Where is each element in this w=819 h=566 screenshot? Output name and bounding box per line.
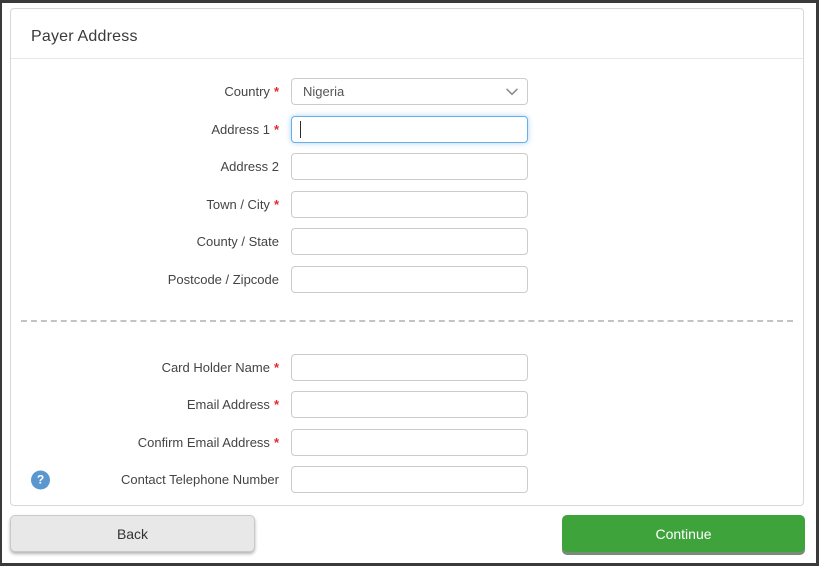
county-state-label-text: County / State xyxy=(197,234,279,249)
page: Payer Address Country * Nigeria Address 1… xyxy=(0,0,819,566)
address1-control xyxy=(291,116,528,143)
section-divider xyxy=(21,320,793,322)
card-holder-name-label: Card Holder Name * xyxy=(11,360,279,375)
required-asterisk: * xyxy=(274,197,279,212)
help-icon[interactable]: ? xyxy=(31,470,50,489)
confirm-email-label: Confirm Email Address * xyxy=(11,435,279,450)
postcode-label: Postcode / Zipcode xyxy=(11,272,279,287)
address1-label-text: Address 1 xyxy=(211,122,270,137)
required-asterisk: * xyxy=(274,84,279,99)
email-label: Email Address * xyxy=(11,397,279,412)
payer-address-form: Country * Nigeria Address 1 * xyxy=(11,59,803,493)
form-row-address2: Address 2 xyxy=(11,153,803,180)
required-asterisk: * xyxy=(274,122,279,137)
town-city-label: Town / City * xyxy=(11,197,279,212)
card-holder-name-control xyxy=(291,354,528,381)
card-holder-name-input[interactable] xyxy=(291,354,528,381)
email-label-text: Email Address xyxy=(187,397,270,412)
country-select[interactable]: Nigeria xyxy=(291,78,528,105)
postcode-input[interactable] xyxy=(291,266,528,293)
form-row-postcode: Postcode / Zipcode xyxy=(11,266,803,293)
form-row-country: Country * Nigeria xyxy=(11,78,803,105)
form-row-address1: Address 1 * xyxy=(11,116,803,143)
address2-label-text: Address 2 xyxy=(220,159,279,174)
card-holder-name-label-text: Card Holder Name xyxy=(162,360,270,375)
county-state-label: County / State xyxy=(11,234,279,249)
email-control xyxy=(291,391,528,418)
telephone-label-text: Contact Telephone Number xyxy=(121,472,279,487)
form-row-confirm-email: Confirm Email Address * xyxy=(11,429,803,456)
required-asterisk: * xyxy=(274,435,279,450)
address2-input[interactable] xyxy=(291,153,528,180)
form-row-town-city: Town / City * xyxy=(11,191,803,218)
form-row-county-state: County / State xyxy=(11,228,803,255)
address2-label: Address 2 xyxy=(11,159,279,174)
required-asterisk: * xyxy=(274,397,279,412)
address1-label: Address 1 * xyxy=(11,122,279,137)
telephone-control xyxy=(291,466,528,493)
text-cursor xyxy=(300,121,301,138)
back-button[interactable]: Back xyxy=(10,515,255,552)
country-label-text: Country xyxy=(224,84,270,99)
email-input[interactable] xyxy=(291,391,528,418)
address2-control xyxy=(291,153,528,180)
page-title: Payer Address xyxy=(31,28,138,46)
country-label: Country * xyxy=(11,84,279,99)
required-asterisk: * xyxy=(274,360,279,375)
confirm-email-control xyxy=(291,429,528,456)
country-select-wrap: Nigeria xyxy=(291,78,528,105)
panel-header: Payer Address xyxy=(11,9,803,59)
form-row-telephone: ? Contact Telephone Number xyxy=(11,466,803,493)
confirm-email-label-text: Confirm Email Address xyxy=(138,435,270,450)
postcode-control xyxy=(291,266,528,293)
town-city-label-text: Town / City xyxy=(206,197,270,212)
county-state-input[interactable] xyxy=(291,228,528,255)
telephone-label: Contact Telephone Number xyxy=(11,472,279,487)
town-city-input[interactable] xyxy=(291,191,528,218)
town-city-control xyxy=(291,191,528,218)
county-state-control xyxy=(291,228,528,255)
postcode-label-text: Postcode / Zipcode xyxy=(168,272,279,287)
continue-button[interactable]: Continue xyxy=(562,515,805,552)
telephone-input[interactable] xyxy=(291,466,528,493)
confirm-email-input[interactable] xyxy=(291,429,528,456)
form-row-card-holder-name: Card Holder Name * xyxy=(11,354,803,381)
address1-input[interactable] xyxy=(291,116,528,143)
payer-address-panel: Payer Address Country * Nigeria Address 1… xyxy=(10,8,804,506)
form-row-email: Email Address * xyxy=(11,391,803,418)
